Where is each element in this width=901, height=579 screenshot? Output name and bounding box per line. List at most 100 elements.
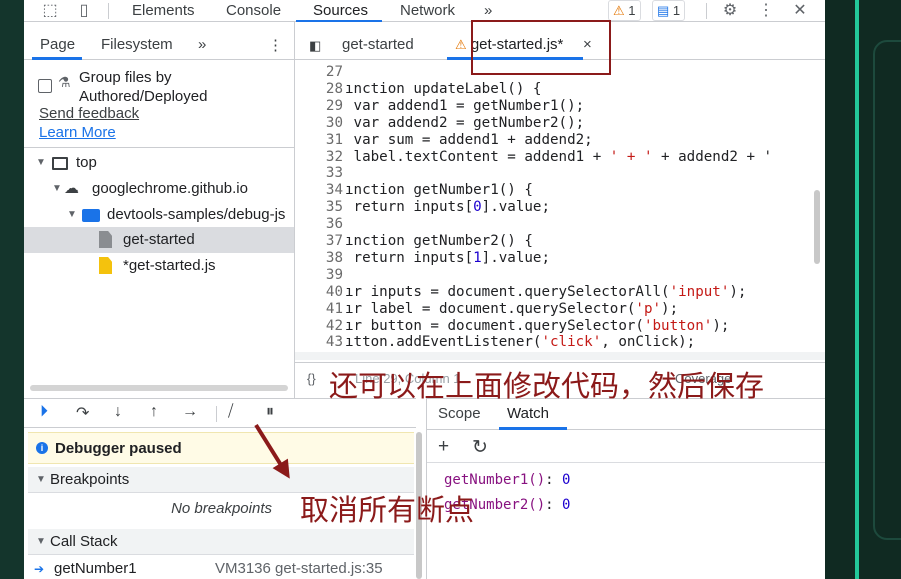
tab-page[interactable]: Page [40,36,75,53]
watch-row[interactable]: getNumber1(): 0 [444,472,570,488]
sources-active-indicator [296,20,382,22]
background-right [825,0,901,579]
tab-console[interactable]: Console [226,2,281,19]
tree-item-top[interactable]: ▼ top [24,150,294,176]
navigator-scrollbar[interactable] [30,385,288,391]
call-stack-frame[interactable]: ➔ getNumber1 VM3136 get-started.js:35 [28,560,414,579]
tab-network[interactable]: Network [400,2,455,19]
line-number[interactable]: 32 [295,149,343,166]
line-number[interactable]: 28 [295,81,343,98]
navigator-menu-icon[interactable]: ⋮ [268,36,283,54]
code-text: return inputs[0].value; [345,199,551,216]
tree-item-get-started-js[interactable]: *get-started.js [24,253,294,279]
step-icon[interactable]: → [182,403,198,421]
warnings-badge[interactable]: ⚠ 1 [608,0,641,21]
group-files-label: Group files by Authored/Deployed [79,69,208,105]
watch-value: 0 [562,497,571,513]
code-text: var sum = addend1 + addend2; [345,131,593,148]
line-number[interactable]: 33 [295,165,343,182]
code-text: return inputs[1].value; [345,249,551,266]
section-label: Breakpoints [50,471,130,488]
more-tabs-icon[interactable]: » [484,2,492,19]
expand-caret-icon: ▼ [67,209,77,220]
line-number[interactable]: 41 [295,301,343,318]
line-number[interactable]: 31 [295,132,343,149]
file-icon [99,231,112,248]
highlight-box [471,20,611,75]
line-number[interactable]: 30 [295,115,343,132]
tab-watch[interactable]: Watch [507,405,549,422]
editor-scrollbar[interactable] [814,190,820,264]
send-feedback-link[interactable]: Send feedback [39,105,139,122]
learn-more-link[interactable]: Learn More [39,124,116,141]
code-text: ır label = document.querySelector('p'); [345,300,679,317]
line-number[interactable]: 27 [295,64,343,81]
line-number[interactable]: 34 [295,182,343,199]
tab-scope[interactable]: Scope [438,405,481,422]
code-text: var addend2 = getNumber2(); [345,114,585,131]
device-toolbar-icon[interactable]: ▯ [74,1,94,21]
step-over-icon[interactable]: ↷ [76,403,89,423]
line-number[interactable]: 42 [295,318,343,335]
messages-count: 1 [672,3,681,18]
line-number[interactable]: 38 [295,250,343,267]
watch-active-indicator [499,427,567,430]
expand-caret-icon: ▼ [36,157,46,168]
line-number[interactable]: 40 [295,284,343,301]
pause-on-exceptions-icon[interactable]: ⏸ [266,403,274,421]
add-watch-icon[interactable]: + [438,436,449,458]
step-into-icon[interactable]: ↓ [114,403,122,421]
toolbar-divider [706,3,707,19]
annotation-breakpoints-note: 取消所有断点 [300,495,475,527]
line-number[interactable]: 35 [295,199,343,216]
frame-icon [52,157,68,170]
line-number[interactable]: 29 [295,98,343,115]
line-number[interactable]: 37 [295,233,343,250]
step-out-icon[interactable]: ↑ [150,403,158,421]
close-icon[interactable]: ✕ [790,1,810,21]
more-options-icon[interactable]: ⋮ [756,1,776,21]
line-number[interactable]: 39 [295,267,343,284]
navigator-more-icon[interactable]: » [198,36,206,53]
code-text: ır inputs = document.querySelectorAll('i… [345,283,747,300]
expand-caret-icon: ▼ [36,536,46,547]
code-text: ınction updateLabel() { [345,80,542,97]
frame-function-name: getNumber1 [54,560,137,577]
navigator-tabs: Page Filesystem » ⋮ [24,30,294,60]
call-stack-section-header[interactable]: ▼ Call Stack [28,529,414,555]
watch-value: 0 [562,472,571,488]
tab-elements[interactable]: Elements [132,2,195,19]
warnings-count: 1 [628,3,636,18]
code-text: ınction getNumber2() { [345,233,533,249]
messages-badge[interactable]: ▤ 1 [652,0,686,21]
folder-icon [82,209,100,222]
refresh-icon[interactable]: ↻ [472,436,488,459]
editor-tab-get-started[interactable]: get-started [342,36,414,53]
tree-label: devtools-samples/debug-js [107,206,286,223]
tab-filesystem[interactable]: Filesystem [101,36,173,53]
expand-caret-icon: ▼ [36,474,46,485]
tree-label: get-started [123,231,195,248]
toggle-navigator-icon[interactable]: ◧ [309,38,321,54]
annotation-edit-note: 还可以在上面修改代码，然后保存 [329,371,765,403]
code-editor[interactable]: 27 28 ınction updateLabel() {29 var addend… [295,60,825,352]
info-icon: i [36,442,48,454]
tab-sources[interactable]: Sources [313,2,368,19]
inspect-element-icon[interactable]: ⬚ [40,1,60,21]
warning-icon: ⚠ [455,37,467,52]
group-files-checkbox[interactable] [38,79,52,93]
gear-icon[interactable]: ⚙ [720,1,740,21]
resume-icon[interactable]: ⏵ [40,403,48,421]
tree-item-domain[interactable]: ▼ ☁ googlechrome.github.io [24,176,294,202]
code-text: label.textContent = addend1 + ' + ' + ad… [345,148,773,165]
tree-item-folder[interactable]: ▼ devtools-samples/debug-js [24,202,294,228]
line-number[interactable]: 36 [295,216,343,233]
code-text: ıtton.addEventListener('click', onClick)… [345,334,696,351]
tree-item-get-started[interactable]: get-started [24,227,294,253]
editor-hscrollbar[interactable] [295,352,825,360]
devtools-window: ⬚ ▯ Elements Console Sources Network » ⚠… [24,0,825,579]
deactivate-breakpoints-icon[interactable]: ⧸ [228,403,233,421]
expand-caret-icon: ▼ [52,183,62,194]
line-number[interactable]: 43 [295,334,343,351]
pretty-print-icon[interactable]: {} [307,371,316,386]
